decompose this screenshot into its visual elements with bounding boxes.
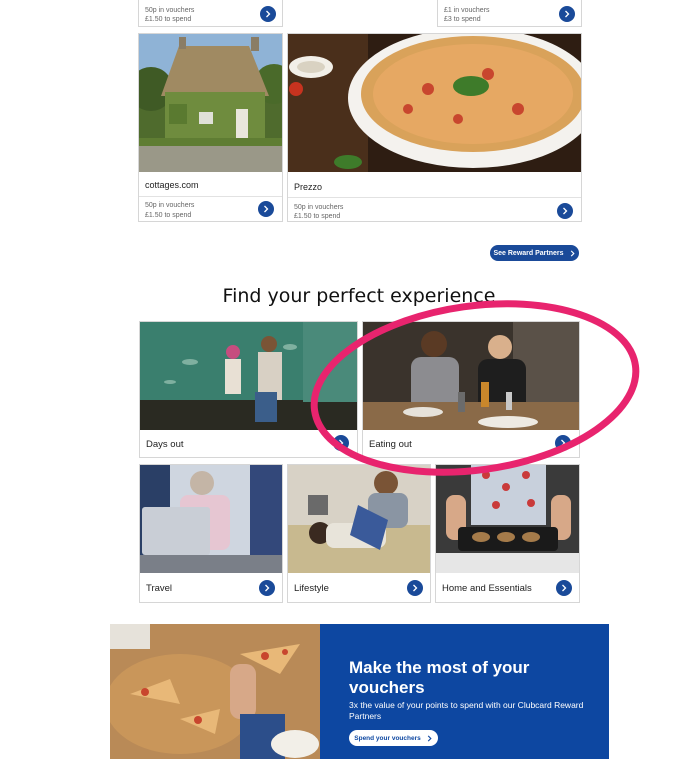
- partner-card-top-right[interactable]: £1 in vouchers £3 to spend: [437, 0, 582, 27]
- experience-arrow-button[interactable]: [556, 580, 572, 596]
- cottage-image: [139, 34, 282, 172]
- experience-arrow-button[interactable]: [555, 435, 571, 451]
- experience-label: Lifestyle: [294, 583, 329, 594]
- experience-arrow-button[interactable]: [259, 580, 275, 596]
- partner-card-cottages[interactable]: cottages.com 50p in vouchers £1.50 to sp…: [138, 33, 283, 222]
- chevron-right-icon: [266, 10, 271, 18]
- divider: [139, 196, 282, 197]
- restaurant-image: [363, 322, 579, 430]
- partner-name: Prezzo: [294, 182, 323, 192]
- see-reward-partners-label: See Reward Partners: [493, 249, 564, 257]
- see-reward-partners-button[interactable]: See Reward Partners: [490, 245, 579, 261]
- section-title: Find your perfect experience: [222, 285, 496, 307]
- spend-vouchers-button[interactable]: Spend your vouchers: [349, 730, 438, 746]
- banner-panel: Make the most of your vouchers 3x the va…: [320, 624, 609, 759]
- experience-label: Eating out: [369, 439, 412, 450]
- aquarium-image: [140, 322, 357, 430]
- train-laptop-image: [140, 465, 282, 573]
- partner-name: cottages.com: [145, 180, 199, 190]
- spend-value: £3 to spend: [444, 16, 481, 23]
- divider: [288, 197, 581, 198]
- chevron-right-icon: [264, 205, 269, 213]
- chevron-right-icon: [563, 207, 568, 215]
- chevron-right-icon: [562, 584, 567, 592]
- partner-card-prezzo[interactable]: Prezzo 50p in vouchers £1.50 to spend: [287, 33, 582, 222]
- spend-value: £1.50 to spend: [294, 213, 341, 220]
- chevron-right-icon: [427, 734, 432, 742]
- voucher-value: 50p in vouchers: [145, 202, 195, 209]
- experience-card-eating-out[interactable]: Eating out: [362, 321, 580, 458]
- partner-arrow-button[interactable]: [557, 203, 573, 219]
- experience-arrow-button[interactable]: [333, 435, 349, 451]
- experience-card-lifestyle[interactable]: Lifestyle: [287, 464, 431, 603]
- partner-arrow-button[interactable]: [559, 6, 575, 22]
- spend-value: £1.50 to spend: [145, 212, 192, 219]
- chevron-right-icon: [565, 10, 570, 18]
- partner-card-top-left[interactable]: 50p in vouchers £1.50 to spend: [138, 0, 283, 27]
- experience-card-home-essentials[interactable]: Home and Essentials: [435, 464, 580, 603]
- experience-card-days-out[interactable]: Days out: [139, 321, 358, 458]
- vouchers-banner: Make the most of your vouchers 3x the va…: [110, 624, 609, 759]
- banner-title: Make the most of your vouchers: [349, 658, 530, 697]
- banner-description: 3x the value of your points to spend wit…: [349, 700, 584, 721]
- spend-value: £1.50 to spend: [145, 16, 192, 23]
- chevron-right-icon: [561, 439, 566, 447]
- experience-arrow-button[interactable]: [407, 580, 423, 596]
- chevron-right-icon: [339, 439, 344, 447]
- experience-card-travel[interactable]: Travel: [139, 464, 283, 603]
- sofa-reading-image: [288, 465, 430, 573]
- chevron-right-icon: [570, 249, 575, 257]
- experience-label: Days out: [146, 439, 184, 450]
- spend-vouchers-label: Spend your vouchers: [354, 734, 421, 742]
- pizza-image: [288, 34, 581, 172]
- experience-label: Travel: [146, 583, 173, 594]
- chevron-right-icon: [265, 584, 270, 592]
- cooking-tray-image: [436, 465, 579, 573]
- partner-arrow-button[interactable]: [258, 201, 274, 217]
- partner-arrow-button[interactable]: [260, 6, 276, 22]
- experience-label: Home and Essentials: [442, 583, 532, 594]
- pizza-slices-image: [110, 624, 320, 759]
- chevron-right-icon: [413, 584, 418, 592]
